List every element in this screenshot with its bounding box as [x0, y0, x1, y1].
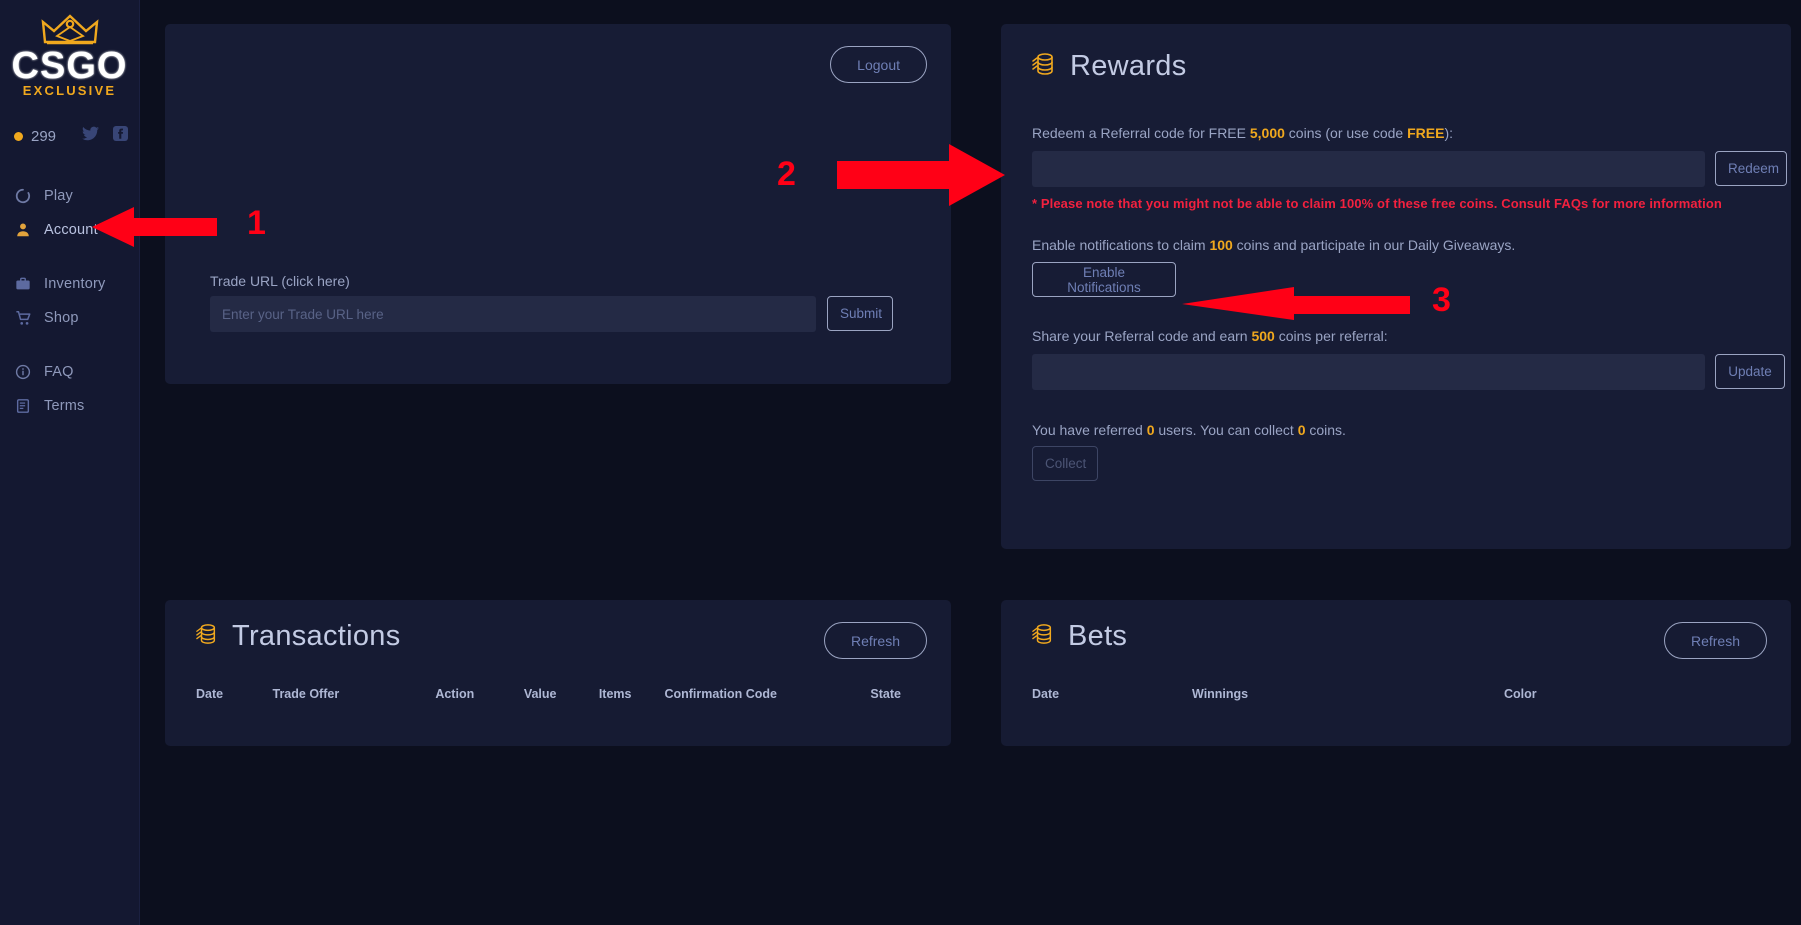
redeem-warning-text: * Please note that you might not be able…	[1032, 196, 1722, 211]
share-amount: 500	[1251, 328, 1275, 344]
notify-amount: 100	[1209, 237, 1233, 253]
referred-summary: You have referred 0 users. You can colle…	[1032, 421, 1346, 439]
enable-notifications-button[interactable]: Enable Notifications	[1032, 262, 1176, 297]
bets-panel: Bets Refresh Date Winnings Color	[1001, 600, 1791, 746]
coins-icon	[1032, 622, 1054, 651]
redeem-text-mid: coins (or use code	[1284, 125, 1408, 141]
play-circle-icon	[14, 187, 32, 205]
nav-group-commerce: Inventory Shop	[0, 267, 139, 335]
sidebar-item-inventory[interactable]: Inventory	[0, 267, 139, 301]
redeem-description: Redeem a Referral code for FREE 5,000 co…	[1032, 124, 1453, 142]
column-header: Confirmation Code	[664, 687, 777, 701]
sidebar-item-terms[interactable]: Terms	[0, 389, 139, 423]
referred-post: coins.	[1305, 422, 1346, 438]
annotation-number-2: 2	[777, 155, 796, 193]
sidebar-item-shop[interactable]: Shop	[0, 301, 139, 335]
column-header: Trade Offer	[272, 687, 340, 701]
refresh-bets-button[interactable]: Refresh	[1663, 622, 1767, 659]
annotation-arrow-2	[837, 144, 1005, 206]
table-header-row: Date Winnings Color	[1032, 687, 1741, 705]
sidebar-item-faq[interactable]: FAQ	[0, 355, 139, 389]
column-header: State	[870, 687, 901, 701]
cart-icon	[14, 309, 32, 327]
brand-logo[interactable]: CSGO EXCLUSIVE	[0, 0, 139, 99]
redeem-text-pre: Redeem a Referral code for FREE	[1032, 125, 1250, 141]
transactions-header: Transactions	[196, 620, 401, 653]
sidebar-item-label: Play	[44, 188, 74, 204]
annotation-number-3: 3	[1432, 281, 1451, 319]
referral-code-input[interactable]	[1032, 354, 1705, 390]
column-header: Value	[523, 687, 557, 701]
crown-icon	[41, 14, 98, 45]
refresh-transactions-button[interactable]: Refresh	[823, 622, 927, 659]
sidebar: CSGO EXCLUSIVE 299 Play Account Inventor…	[0, 0, 140, 925]
nav-group-info: FAQ Terms	[0, 355, 139, 423]
sidebar-item-label: Inventory	[44, 276, 106, 292]
coin-dot-icon	[14, 131, 23, 141]
annotation-arrow-3	[1182, 287, 1410, 320]
transactions-panel: Transactions Refresh Date Trade Offer Ac…	[165, 600, 951, 746]
main-content: Logout Trade URL (click here) Submit	[140, 0, 1801, 925]
info-circle-icon	[14, 363, 32, 381]
account-panel: Logout Trade URL (click here) Submit	[165, 24, 951, 384]
bets-header: Bets	[1032, 620, 1127, 653]
rewards-header: Rewards	[1032, 50, 1187, 83]
social-links	[82, 126, 129, 146]
share-text-post: coins per referral:	[1274, 328, 1388, 344]
page-root: CSGO EXCLUSIVE 299 Play Account Inventor…	[0, 0, 1801, 925]
redeem-amount: 5,000	[1249, 125, 1285, 141]
sidebar-item-label: Shop	[44, 310, 79, 326]
document-icon	[14, 397, 32, 415]
bets-table: Date Winnings Color	[1032, 687, 1741, 705]
sidebar-item-label: Account	[44, 222, 98, 238]
redeem-button[interactable]: Redeem	[1715, 151, 1787, 186]
logout-button[interactable]: Logout	[830, 46, 927, 83]
annotation-arrow-1	[92, 207, 217, 247]
column-header: Items	[598, 687, 632, 701]
balance-row: 299	[0, 125, 139, 147]
update-referral-button[interactable]: Update	[1715, 354, 1785, 389]
column-header: Date	[196, 687, 224, 701]
referred-pre: You have referred	[1032, 422, 1147, 438]
bets-title: Bets	[1068, 620, 1128, 652]
trade-url-input[interactable]	[210, 296, 816, 332]
notifications-description: Enable notifications to claim 100 coins …	[1032, 236, 1515, 254]
annotation-number-1: 1	[247, 204, 266, 242]
notify-text-post: coins and participate in our Daily Givea…	[1232, 237, 1516, 253]
collect-button[interactable]: Collect	[1032, 446, 1098, 481]
briefcase-icon	[14, 275, 32, 293]
share-description: Share your Referral code and earn 500 co…	[1032, 327, 1388, 345]
trade-url-label[interactable]: Trade URL (click here)	[210, 273, 350, 289]
column-header: Color	[1504, 687, 1537, 701]
column-header: Date	[1032, 687, 1060, 701]
facebook-icon[interactable]	[113, 126, 129, 146]
rewards-title: Rewards	[1070, 50, 1187, 82]
twitter-icon[interactable]	[82, 126, 100, 146]
redeem-code: FREE	[1407, 125, 1445, 141]
sidebar-item-label: Terms	[44, 398, 85, 414]
referred-mid: users. You can collect	[1154, 422, 1298, 438]
transactions-title: Transactions	[232, 620, 401, 652]
sidebar-item-label: FAQ	[44, 364, 74, 380]
balance-value: 299	[31, 127, 57, 145]
submit-trade-url-button[interactable]: Submit	[827, 296, 893, 331]
column-header: Action	[435, 687, 475, 701]
column-header: Winnings	[1192, 687, 1249, 701]
notify-text-pre: Enable notifications to claim	[1032, 237, 1210, 253]
redeem-text-post: ):	[1444, 125, 1453, 141]
redeem-code-input[interactable]	[1032, 151, 1705, 187]
user-icon	[14, 221, 32, 239]
transactions-table: Date Trade Offer Action Value Items Conf…	[196, 687, 901, 705]
brand-name: CSGO	[11, 45, 128, 87]
coins-icon	[1032, 51, 1056, 82]
table-header-row: Date Trade Offer Action Value Items Conf…	[196, 687, 901, 705]
share-text-pre: Share your Referral code and earn	[1032, 328, 1252, 344]
coins-icon	[196, 622, 218, 651]
